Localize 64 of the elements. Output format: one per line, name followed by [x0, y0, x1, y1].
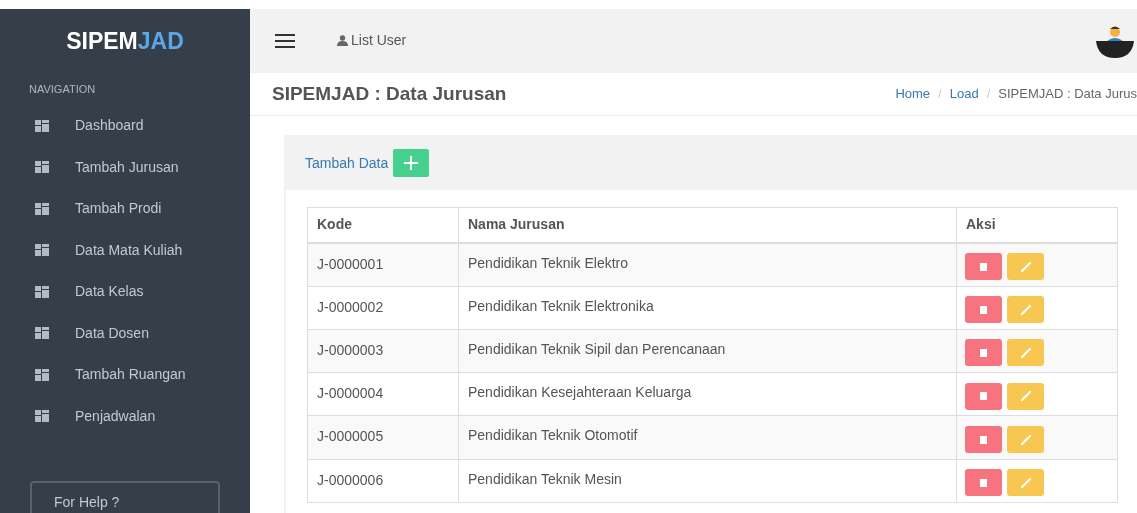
dashboard-icon — [35, 202, 49, 215]
column-header: Aksi — [956, 207, 1118, 243]
table-cell: Pendidikan Kesejahteraan Keluarga — [458, 372, 957, 416]
table-cell: Pendidikan Teknik Sipil dan Perencanaan — [458, 329, 957, 373]
dashboard-icon — [35, 244, 49, 257]
dashboard-icon — [35, 285, 49, 298]
nav-item[interactable]: Tambah Jurusan — [0, 146, 250, 188]
pencil-icon — [1020, 434, 1031, 445]
table-cell: J-0000003 — [307, 329, 459, 373]
nav-item[interactable]: Dashboard — [0, 105, 250, 147]
table-cell: J-0000002 — [307, 286, 459, 330]
nav-item[interactable]: Data Kelas — [0, 271, 250, 313]
dashboard-icon — [35, 327, 49, 340]
user-icon — [337, 35, 348, 47]
breadcrumb-separator: / — [938, 85, 942, 104]
dashboard-icon — [35, 161, 49, 174]
delete-button[interactable] — [965, 253, 1002, 281]
edit-button[interactable] — [1007, 469, 1044, 497]
column-header: Nama Jurusan — [458, 207, 957, 243]
dashboard-icon — [35, 119, 49, 132]
dashboard-icon — [35, 368, 49, 381]
nav-item[interactable]: Tambah Prodi — [0, 188, 250, 230]
breadcrumb-link[interactable]: Home — [895, 84, 931, 104]
breadcrumb-separator: / — [986, 85, 991, 104]
table-cell: Pendidikan Teknik Elektronika — [458, 286, 957, 330]
add-button[interactable] — [393, 149, 430, 178]
edit-button[interactable] — [1007, 296, 1044, 324]
pencil-icon — [1020, 477, 1031, 488]
delete-button[interactable] — [965, 469, 1002, 497]
section-label: NAVIGATION — [28, 81, 97, 97]
nav-item[interactable]: Penjadwalan — [0, 395, 250, 437]
table-cell: Pendidikan Teknik Otomotif — [458, 415, 957, 460]
add-data-label: Tambah Data — [305, 153, 389, 173]
column-header: Kode — [307, 207, 459, 243]
plus-icon — [404, 156, 419, 171]
menu-icon[interactable] — [275, 33, 295, 48]
help-text: For Help ? — [54, 494, 120, 510]
delete-button[interactable] — [965, 382, 1002, 410]
nav-item[interactable]: Tambah Ruangan — [0, 354, 250, 396]
pencil-icon — [1020, 347, 1031, 358]
pencil-icon — [1020, 304, 1031, 315]
delete-button[interactable] — [965, 339, 1002, 367]
delete-button[interactable] — [965, 426, 1002, 454]
nav-item[interactable]: Data Mata Kuliah — [0, 229, 250, 271]
table-cell: J-0000005 — [307, 415, 459, 460]
edit-button[interactable] — [1007, 253, 1044, 281]
edit-button[interactable] — [1007, 426, 1044, 454]
list-user-link[interactable]: List User — [337, 30, 407, 52]
breadcrumb-current: SIPEMJAD : Data Jurus — [998, 85, 1137, 104]
table-cell: J-0000001 — [307, 242, 459, 286]
brand-logo[interactable]: SIPEMJAD — [0, 9, 250, 73]
edit-button[interactable] — [1007, 382, 1044, 410]
dashboard-icon — [35, 410, 49, 423]
table-cell: Pendidikan Teknik Mesin — [458, 459, 957, 503]
pencil-icon — [1020, 391, 1031, 402]
page-title: SIPEMJAD : Data Jurusan — [272, 81, 507, 106]
edit-button[interactable] — [1007, 339, 1044, 367]
table-cell: J-0000004 — [307, 372, 459, 416]
pencil-icon — [1020, 261, 1031, 272]
table-cell: Pendidikan Teknik Elektro — [458, 242, 957, 286]
table-cell: J-0000006 — [307, 459, 459, 503]
delete-button[interactable] — [965, 296, 1002, 324]
breadcrumb-link[interactable]: Load — [949, 84, 979, 104]
nav-item[interactable]: Data Dosen — [0, 312, 250, 354]
